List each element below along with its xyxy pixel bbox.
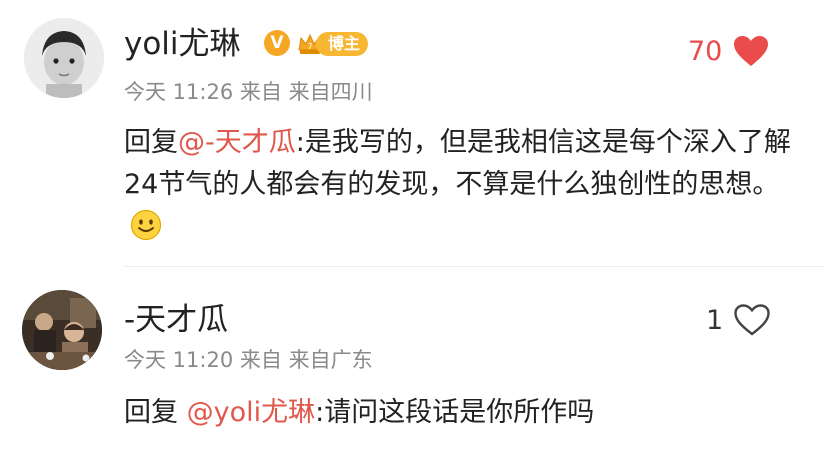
- mention-link[interactable]: @yoli尤琳: [187, 397, 316, 428]
- like-button[interactable]: 1: [706, 303, 771, 337]
- comment-body: 回复@-天才瓜:是我写的，但是我相信这是每个深入了解24节气的人都会有的发现，不…: [124, 122, 804, 248]
- avatar[interactable]: [24, 18, 104, 98]
- comment-location: 来自四川: [288, 80, 373, 104]
- mention-link[interactable]: @-天才瓜: [178, 127, 296, 158]
- blogger-badge: 博主: [316, 32, 369, 56]
- comment-time: 今天 11:20: [124, 348, 234, 372]
- like-count: 70: [688, 35, 723, 67]
- username[interactable]: yoli尤琳: [124, 18, 241, 63]
- comment-source: 来自: [239, 348, 282, 372]
- comment-time: 今天 11:26: [124, 80, 234, 104]
- comment-body: 回复 @yoli尤琳:请问这段话是你所作吗: [124, 392, 594, 434]
- like-count: 1: [706, 304, 724, 336]
- like-button[interactable]: 70: [688, 34, 770, 68]
- comment-meta: 今天 11:26 来自 来自四川: [124, 76, 373, 106]
- reply-prefix: 回复: [124, 397, 187, 428]
- verified-v-icon: V: [264, 30, 290, 56]
- divider: [124, 266, 824, 267]
- comment-item: yoli尤琳 V 7 博主 今天 11:26 来自 来自四川 70 回复@-天才…: [0, 0, 827, 265]
- username[interactable]: -天才瓜: [124, 294, 228, 339]
- heart-outline-icon: [734, 304, 770, 336]
- avatar[interactable]: [22, 290, 102, 370]
- svg-text:7: 7: [307, 42, 312, 51]
- heart-filled-icon: [734, 36, 769, 66]
- comment-item: -天才瓜 今天 11:20 来自 来自广东 1 回复 @yoli尤琳:请问这段话…: [0, 268, 827, 449]
- comment-meta: 今天 11:20 来自 来自广东: [124, 344, 373, 374]
- comment-source: 来自: [239, 80, 282, 104]
- comment-text: :请问这段话是你所作吗: [315, 397, 595, 428]
- comment-location: 来自广东: [288, 348, 373, 372]
- reply-prefix: 回复: [124, 127, 178, 158]
- smile-emoji-icon: [130, 209, 162, 241]
